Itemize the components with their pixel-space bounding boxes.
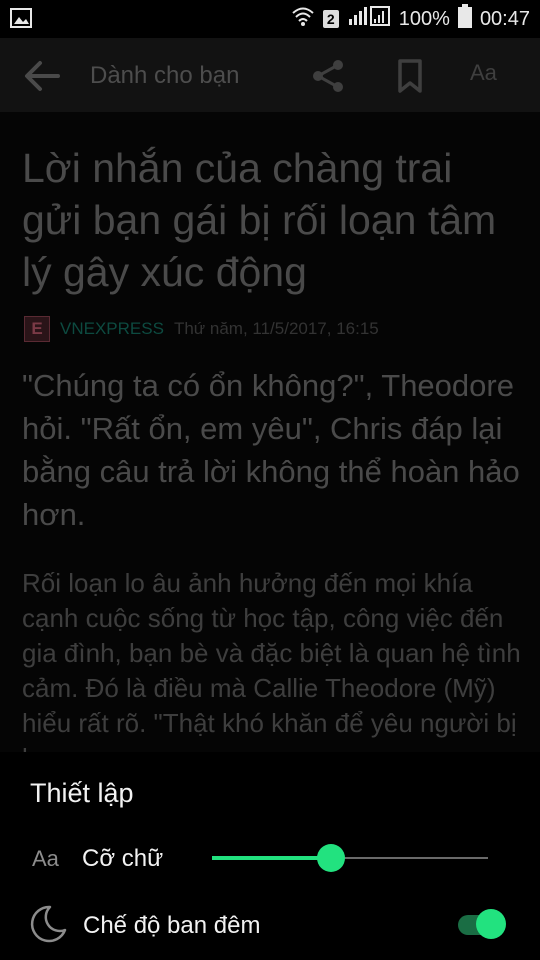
article-lead: "Chúng ta có ổn không?", Theodore hỏi. "… xyxy=(22,368,520,532)
share-icon[interactable] xyxy=(308,57,348,95)
font-size-label: Cỡ chữ xyxy=(82,845,164,872)
moon-icon xyxy=(28,904,68,944)
publish-date: Thứ năm, 11/5/2017, 16:15 xyxy=(173,319,379,338)
source-name[interactable]: VNEXPRESS xyxy=(60,319,164,339)
status-bar: 2 100% 00:47 xyxy=(0,0,540,38)
article-body: Rối loạn lo âu ảnh hưởng đến mọi khía cạ… xyxy=(22,568,521,752)
toolbar-title: Dành cho bạn xyxy=(90,62,240,89)
article-title: Lời nhắn của chàng trai gửi bạn gái bị r… xyxy=(22,145,497,295)
source-logo: E xyxy=(24,316,50,342)
sim-slot-badge: 2 xyxy=(322,10,339,28)
signal-icon xyxy=(347,5,391,33)
settings-title: Thiết lập xyxy=(30,778,134,808)
slider-thumb[interactable] xyxy=(316,844,345,872)
status-icons: 2 100% 00:47 xyxy=(291,4,530,34)
night-mode-toggle[interactable] xyxy=(456,909,508,941)
article-content: Lời nhắn của chàng trai gửi bạn gái bị r… xyxy=(0,112,540,752)
back-arrow-icon[interactable] xyxy=(22,58,62,94)
battery-percent: 100% xyxy=(398,7,450,30)
battery-icon xyxy=(457,4,472,34)
article-meta: E VNEXPRESS Thứ năm, 11/5/2017, 16:15 xyxy=(24,314,379,344)
settings-sheet: Thiết lập Aa Cỡ chữ Chế độ ban đêm xyxy=(0,752,540,960)
toggle-knob xyxy=(476,909,506,939)
app-toolbar: Dành cho bạn Aa xyxy=(0,38,540,112)
night-mode-label: Chế độ ban đêm xyxy=(83,912,261,939)
clock: 00:47 xyxy=(479,7,530,30)
font-settings-button[interactable]: Aa xyxy=(470,60,497,86)
font-size-icon: Aa xyxy=(32,846,59,871)
wifi-icon xyxy=(291,5,315,33)
font-size-slider[interactable] xyxy=(212,842,488,874)
bookmark-icon[interactable] xyxy=(392,57,428,95)
image-notification-icon xyxy=(10,8,32,33)
slider-fill xyxy=(212,856,331,860)
